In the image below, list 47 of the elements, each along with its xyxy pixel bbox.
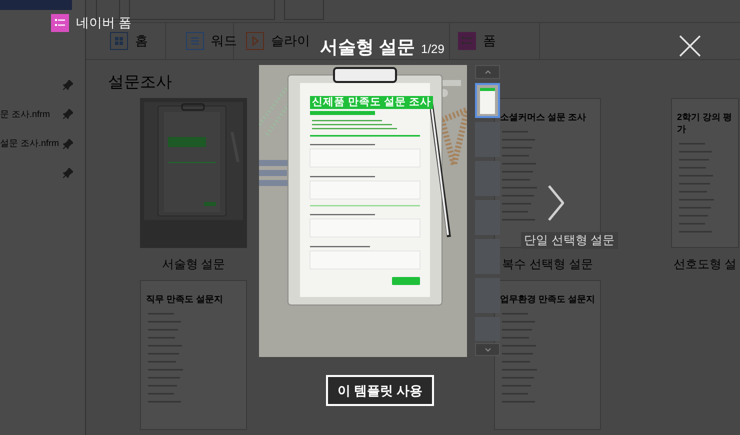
template-card[interactable]: 업무환경 만족도 설문지	[494, 280, 601, 430]
template-thumbnail[interactable]	[475, 200, 500, 235]
form-title: 신제품 만족도 설문 조사	[310, 96, 433, 109]
template-label: 선호도형 설	[673, 256, 737, 273]
pin-icon[interactable]	[63, 109, 73, 120]
app-icon	[186, 32, 204, 50]
app-tab[interactable]: 폼	[458, 31, 496, 51]
template-title: 직무 만족도 설문지	[146, 293, 224, 305]
template-card[interactable]: 직무 만족도 설문지	[140, 280, 247, 430]
use-template-button[interactable]: 이 템플릿 사용	[326, 375, 434, 406]
scroll-down-button[interactable]	[475, 343, 500, 356]
app-tab[interactable]: 워드	[186, 31, 237, 51]
pin-icon[interactable]	[63, 80, 73, 90]
close-button[interactable]	[678, 34, 702, 58]
chevron-right-icon	[548, 185, 564, 221]
scroll-up-button[interactable]	[475, 65, 500, 79]
app-tab[interactable]: 슬라이	[246, 31, 310, 51]
template-card[interactable]: 2학기 강의 평가	[671, 98, 739, 248]
next-template-tooltip: 단일 선택형 설문	[521, 232, 618, 249]
app-tab[interactable]: 홈	[110, 31, 148, 51]
template-card[interactable]	[140, 98, 247, 248]
sidebar-button[interactable]	[0, 0, 72, 10]
template-thumbnail[interactable]	[475, 278, 500, 313]
chevron-down-icon	[484, 348, 490, 352]
template-title: 업무환경 만족도 설문지	[500, 293, 595, 305]
app-icon	[110, 32, 128, 50]
file-name[interactable]: 문 조사.nfrm	[0, 108, 50, 121]
page-counter: 1/29	[421, 41, 444, 58]
template-label: 서술형 설문	[162, 256, 226, 273]
pin-icon[interactable]	[63, 168, 73, 178]
chevron-up-icon	[484, 70, 490, 74]
template-label: 복수 선택형 설문	[502, 256, 593, 273]
file-name[interactable]: 설문 조사.nfrm	[0, 137, 60, 150]
modal-title: 서술형 설문	[320, 36, 416, 59]
pin-icon[interactable]	[63, 138, 73, 149]
template-thumbnail[interactable]	[475, 239, 500, 274]
section-title: 설문조사	[108, 73, 172, 93]
form-app-icon	[51, 14, 69, 32]
app-name: 네이버 폼	[76, 15, 132, 31]
template-thumbnail[interactable]	[475, 83, 500, 118]
template-title: 소셜커머스 설문 조사	[500, 111, 588, 123]
template-thumbnail[interactable]	[475, 161, 500, 196]
app-icon	[246, 32, 264, 50]
app-icon	[458, 32, 476, 50]
template-thumbnail[interactable]	[475, 122, 500, 157]
close-icon	[679, 35, 701, 57]
template-title: 2학기 강의 평가	[677, 111, 733, 135]
